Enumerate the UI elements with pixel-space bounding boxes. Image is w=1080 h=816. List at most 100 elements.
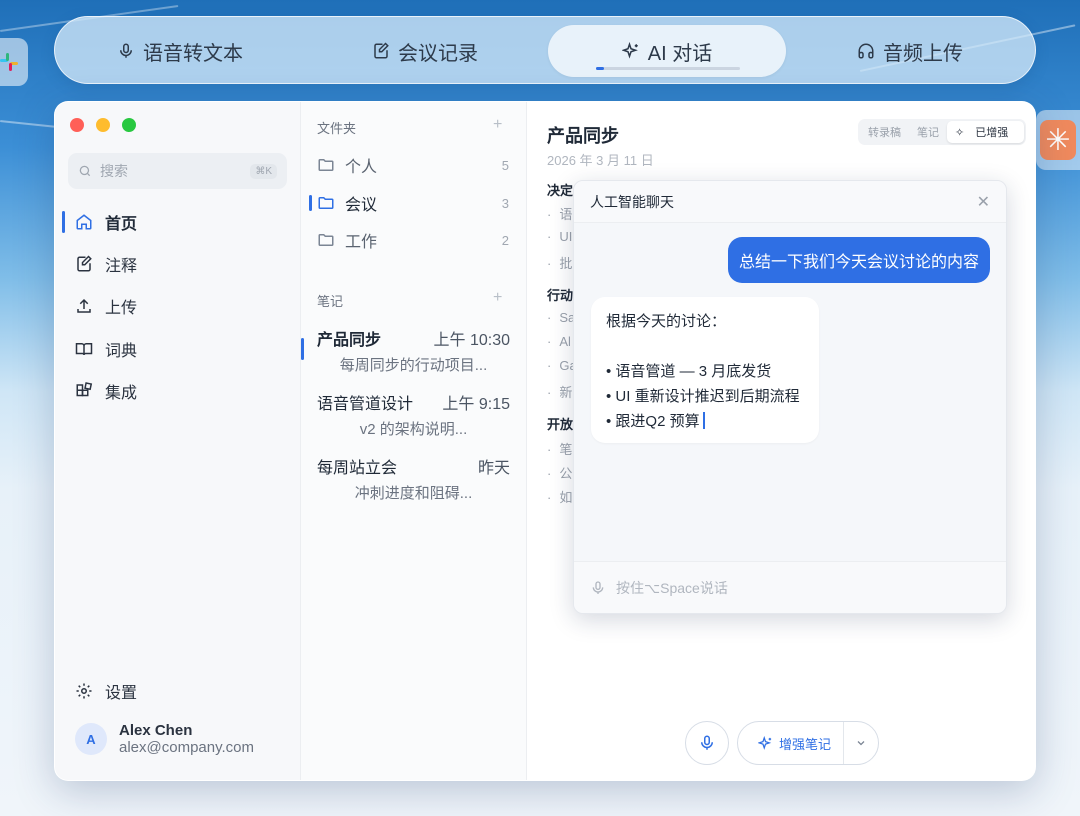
record-button[interactable]: [685, 721, 729, 765]
search-input[interactable]: 搜索 ⌘K: [68, 153, 287, 189]
page-title: 产品同步: [547, 126, 619, 146]
tab-progress: [596, 67, 740, 70]
sidebar: 搜索 ⌘K 首页 注释 上传 词典 集成 设置 A Alex Chen alex…: [55, 102, 301, 780]
top-navigation: 语音转文本 会议记录 AI 对话 音频上传: [54, 16, 1036, 84]
headphones-icon: [858, 43, 874, 59]
view-mode-switch: 转录稿 笔记 ✧ 已增强: [858, 119, 1027, 145]
asterisk-app-icon[interactable]: ✳: [1036, 110, 1080, 170]
minimize-window-button[interactable]: [96, 118, 110, 132]
avatar: A: [75, 723, 107, 755]
folder-meetings[interactable]: 会议 3: [317, 191, 509, 215]
section-heading: 开放: [547, 417, 574, 432]
annotate-icon: [77, 255, 92, 272]
user-name: Alex Chen: [119, 722, 193, 739]
tab-label: AI 对话: [647, 42, 713, 65]
folder-work[interactable]: 工作 2: [317, 228, 509, 252]
section-heading: 行动: [547, 288, 574, 303]
view-mode-enhanced[interactable]: ✧ 已增强: [947, 121, 1025, 143]
ai-message: 根据今天的讨论： • 语音管道 — 3 月底发货 • UI 重新设计推迟到后期流…: [591, 297, 819, 443]
mic-icon: [592, 580, 604, 594]
folder-icon: [318, 159, 334, 171]
mic-icon: [701, 735, 713, 750]
note-time: 昨天: [477, 460, 510, 477]
chat-input[interactable]: 按住⌥Space说话: [574, 561, 1006, 613]
sparkles-icon: [758, 735, 772, 750]
ai-message-intro: 根据今天的讨论：: [606, 313, 727, 330]
tab-label: 会议记录: [398, 42, 478, 65]
section-bullet: Sa: [547, 310, 575, 325]
ai-message-line: • UI 重新设计推迟到后期流程: [606, 388, 800, 405]
note-title: 每周站立会: [317, 460, 398, 477]
sidebar-item-upload[interactable]: 上传: [75, 293, 137, 319]
sparkles-icon: [621, 42, 638, 59]
folder-count: 5: [501, 157, 509, 173]
note-item[interactable]: 语音管道设计 上午 9:15 v2 的架构说明...: [317, 390, 510, 439]
note-item[interactable]: 每周站立会 昨天 冲刺进度和阻碍...: [317, 454, 510, 503]
note-time: 上午 10:30: [433, 332, 511, 349]
sidebar-item-integrations[interactable]: 集成: [75, 378, 137, 404]
enhance-notes-label: 增强笔记: [779, 736, 832, 752]
section-bullet: 语: [547, 204, 572, 223]
tab-label: 语音转文本: [143, 42, 243, 65]
close-window-button[interactable]: [70, 118, 84, 132]
sidebar-item-label: 首页: [105, 216, 138, 233]
chevron-down-icon[interactable]: [844, 737, 878, 749]
book-icon: [75, 343, 93, 356]
sidebar-item-label: 上传: [105, 300, 138, 317]
enhance-notes-action[interactable]: 增强笔记: [738, 722, 845, 764]
user-email: alex@company.com: [119, 739, 254, 756]
sidebar-item-label: 集成: [105, 385, 138, 402]
note-snippet: v2 的架构说明...: [359, 421, 468, 438]
gear-icon: [76, 683, 92, 699]
folders-heading: 文件夹: [317, 121, 357, 136]
note-title: 产品同步: [317, 332, 382, 349]
user-message: 总结一下我们今天会议讨论的内容: [728, 237, 990, 283]
sidebar-item-label: 注释: [105, 258, 138, 275]
user-profile[interactable]: A Alex Chen alex@company.com: [75, 722, 254, 756]
view-mode-label: 已增强: [975, 127, 1009, 139]
sidebar-item-home[interactable]: 首页: [75, 209, 137, 235]
sidebar-item-annotate[interactable]: 注释: [75, 251, 137, 277]
folder-personal[interactable]: 个人 5: [317, 153, 509, 177]
tab-ai-chat[interactable]: AI 对话: [548, 25, 786, 77]
folder-icon: [318, 197, 334, 209]
home-icon: [76, 214, 92, 230]
notes-heading: 笔记: [317, 294, 344, 309]
settings-label: 设置: [105, 685, 138, 702]
upload-icon: [77, 298, 91, 313]
view-mode-notes[interactable]: 笔记: [909, 121, 947, 143]
add-note-button[interactable]: +: [493, 289, 502, 307]
section-bullet: 新: [547, 382, 572, 401]
settings-button[interactable]: 设置: [75, 679, 137, 703]
enhance-notes-button: 增强笔记: [737, 721, 879, 765]
note-time: 上午 9:15: [442, 396, 510, 413]
note-snippet: 冲刺进度和阻碍...: [354, 485, 473, 502]
section-heading: 决定: [547, 183, 574, 198]
sidebar-item-label: 词典: [105, 343, 138, 360]
sidebar-item-dictionary[interactable]: 词典: [75, 336, 137, 362]
close-icon[interactable]: ✕: [977, 192, 990, 212]
tab-speech-to-text[interactable]: 语音转文本: [75, 25, 285, 77]
tab-meeting-notes[interactable]: 会议记录: [310, 25, 540, 77]
typing-caret: [702, 412, 705, 429]
note-item[interactable]: 产品同步 上午 10:30 每周同步的行动项目...: [317, 326, 510, 375]
section-bullet: 批: [547, 253, 572, 272]
note-snippet: 每周同步的行动项目...: [339, 357, 488, 374]
chat-header: 人工智能聊天 ✕: [574, 181, 1006, 223]
folder-icon: [318, 234, 334, 246]
tab-audio-upload[interactable]: 音频上传: [800, 25, 1020, 77]
view-mode-transcript[interactable]: 转录稿: [860, 121, 909, 143]
folder-name: 个人: [345, 159, 378, 176]
folder-name: 工作: [345, 234, 378, 251]
active-indicator: [62, 211, 65, 233]
active-note-indicator: [301, 338, 304, 360]
integrations-icon: [76, 382, 93, 397]
notes-panel: 文件夹 + 个人 5 会议 3 工作 2 笔记 + 产品同步 上午 10:30 …: [301, 102, 527, 780]
search-icon: [79, 165, 91, 177]
slack-app-icon[interactable]: [0, 38, 28, 86]
chat-input-placeholder: 按住⌥Space说话: [616, 579, 728, 596]
folder-count: 2: [501, 232, 509, 248]
maximize-window-button[interactable]: [122, 118, 136, 132]
section-bullet: 如: [547, 487, 572, 506]
add-folder-button[interactable]: +: [493, 116, 502, 134]
